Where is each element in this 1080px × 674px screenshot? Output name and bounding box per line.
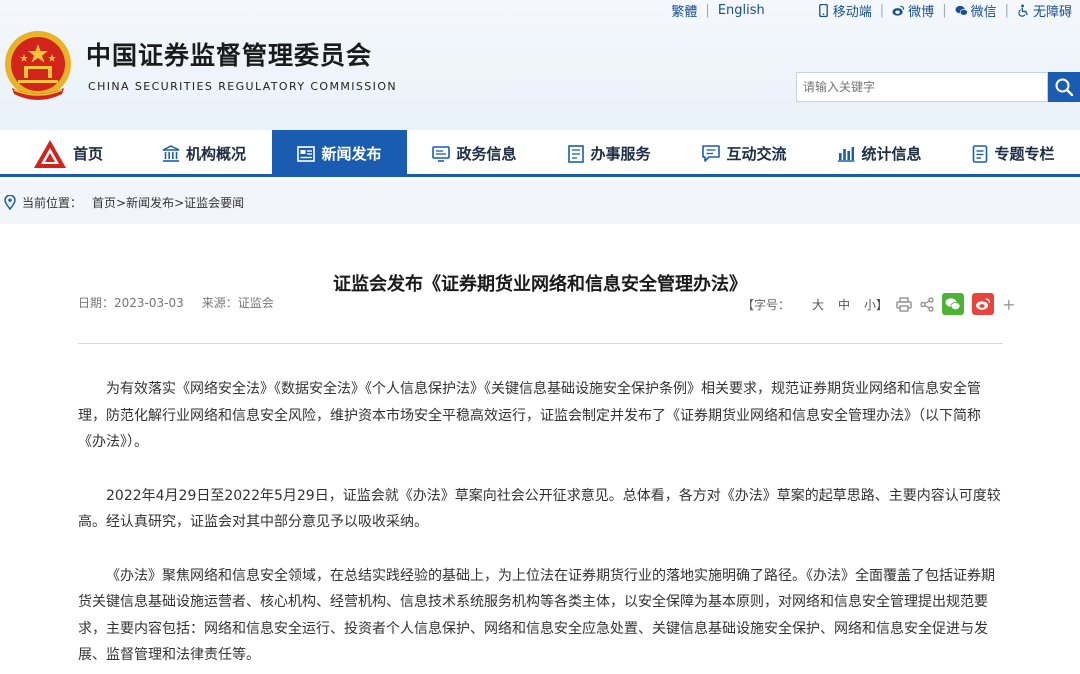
location-pin-icon [4,194,16,210]
font-size-small-button[interactable]: 小】 [864,296,888,313]
main-nav: 首页 机构概况 新闻发布 政务信息 办事服务 互动交流 统计信息 专题专栏 [0,130,1080,177]
breadcrumb-path[interactable]: 首页>新闻发布>证监会要闻 [92,194,244,211]
wechat-icon [955,5,968,16]
nav-item-services[interactable]: 办事服务 [542,130,677,177]
nav-item-institution[interactable]: 机构概况 [136,130,272,177]
wechat-share-icon [945,298,961,310]
nav-item-label: 互动交流 [726,145,787,163]
traditional-chinese-link[interactable]: 繁體 [671,1,697,20]
nav-item-topics[interactable]: 专题专栏 [947,130,1080,177]
document-icon [973,144,988,163]
search-icon [1055,78,1074,97]
nav-item-label: 新闻发布 [321,145,382,163]
news-icon [297,145,316,162]
divider [78,343,1003,344]
accessibility-link[interactable]: 无障碍 [1017,1,1072,20]
site-header: 繁體 | English 移动端 | 微博 | 微信 | 无障碍 中国证券监督管… [0,0,1080,130]
separator: | [1004,2,1009,18]
nav-item-label: 首页 [72,145,103,163]
article-body: 为有效落实《网络安全法》《数据安全法》《个人信息保护法》《关键信息基础设施安全保… [78,376,1006,674]
weibo-icon [892,5,905,16]
accessibility-label: 无障碍 [1032,4,1072,20]
font-size-large-button[interactable]: 大 [812,296,824,313]
csrc-logo-icon [33,139,66,168]
nav-item-news[interactable]: 新闻发布 [272,130,407,177]
nav-item-label: 统计信息 [861,145,922,163]
nav-item-home[interactable]: 首页 [0,130,136,177]
nav-item-label: 机构概况 [185,145,246,163]
list-icon [568,144,585,163]
separator: | [942,2,947,18]
monitor-icon [432,145,451,162]
share-icon[interactable] [920,296,934,312]
nav-item-interaction[interactable]: 互动交流 [677,130,812,177]
wechat-link[interactable]: 微信 [955,1,997,20]
breadcrumb-label: 当前位置： [22,195,83,210]
nav-item-gov-info[interactable]: 政务信息 [407,130,542,177]
weibo-link[interactable]: 微博 [892,1,934,20]
separator: | [879,2,885,18]
font-size-label: 【字号： [742,297,791,312]
weibo-label: 微博 [908,4,935,20]
chat-icon [702,145,721,162]
article-source: 来源：证监会 [201,296,274,310]
weibo-share-button[interactable] [972,293,995,315]
site-subtitle: CHINA SECURITIES REGULATORY COMMISSION [88,80,398,93]
font-size-medium-button[interactable]: 中 [838,296,850,313]
breadcrumb: 当前位置： 首页>新闻发布>证监会要闻 [0,180,1080,224]
nav-item-label: 专题专栏 [994,145,1055,163]
article-paragraph: 《办法》聚焦网络和信息安全领域，在总结实践经验的基础上，为上位法在证券期货行业的… [78,567,995,664]
site-title: 中国证券监督管理委员会 [86,41,373,70]
nav-item-label: 政务信息 [456,145,517,163]
nav-item-label: 办事服务 [590,145,651,163]
article-tools: 【字号： 大 中 小】 + [742,293,1015,315]
search-button[interactable] [1048,72,1080,102]
bar-chart-icon [838,147,855,162]
national-emblem-icon [5,31,71,100]
institution-icon [162,144,180,162]
search-input[interactable] [797,73,1047,101]
separator: | [705,2,710,18]
top-utility-bar: 繁體 | English 移动端 | 微博 | 微信 | 无障碍 [671,0,1072,20]
mobile-label: 移动端 [832,4,872,20]
wechat-share-button[interactable] [942,293,965,315]
print-icon[interactable] [896,296,912,312]
article-meta: 日期：2023-03-03 来源：证监会 [78,294,274,311]
mobile-icon [818,3,828,17]
english-link[interactable]: English [718,3,765,18]
search-box [796,72,1048,102]
accessibility-icon [1018,3,1028,17]
article-paragraph: 为有效落实《网络安全法》《数据安全法》《个人信息保护法》《关键信息基础设施安全保… [78,381,981,450]
article-date: 日期：2023-03-03 [78,296,184,310]
wechat-label: 微信 [970,4,997,20]
weibo-share-icon [976,298,991,310]
mobile-link[interactable]: 移动端 [817,1,872,20]
nav-item-statistics[interactable]: 统计信息 [812,130,947,177]
article-paragraph: 2022年4月29日至2022年5月29日，证监会就《办法》草案向社会公开征求意… [78,487,1001,531]
more-share-icon[interactable]: + [1002,295,1015,314]
